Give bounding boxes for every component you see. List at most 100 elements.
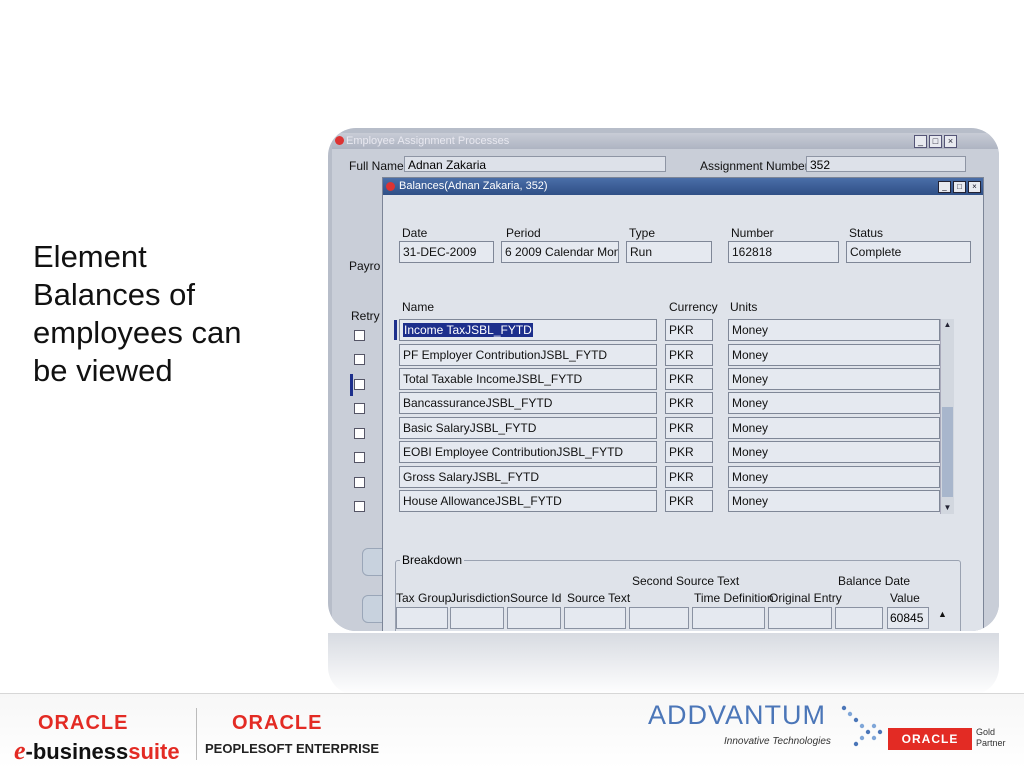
scrollbar-thumb[interactable] — [942, 407, 953, 497]
balance-name-cell[interactable]: Gross SalaryJSBL_FYTD — [399, 466, 657, 488]
type-field[interactable]: Run — [626, 241, 712, 263]
slide-caption: Element Balances of employees can be vie… — [33, 238, 303, 390]
source-id-cell[interactable] — [507, 607, 561, 629]
balance-currency-cell[interactable]: PKR — [665, 368, 713, 390]
units-column-header: Units — [730, 300, 758, 314]
maximize-icon[interactable]: □ — [929, 135, 942, 148]
source-id-header: Source Id — [510, 591, 562, 605]
balance-name-text: Income TaxJSBL_FYTD — [403, 323, 533, 337]
balance-units-cell[interactable]: Money — [728, 319, 940, 341]
balance-name-cell[interactable]: Income TaxJSBL_FYTD — [399, 319, 657, 341]
balance-units-cell[interactable]: Money — [728, 441, 940, 463]
date-field[interactable]: 31-DEC-2009 — [399, 241, 494, 263]
period-field[interactable]: 6 2009 Calendar Month — [501, 241, 619, 263]
ebs-e: e — [14, 736, 26, 765]
addvantum-tagline: Innovative Technologies — [724, 736, 831, 747]
current-record-indicator — [394, 320, 397, 340]
balances-titlebar: Balances(Adnan Zakaria, 352) _ □ × — [383, 178, 983, 195]
balance-currency-cell[interactable]: PKR — [665, 392, 713, 414]
time-definition-header: Time Definition — [694, 591, 774, 605]
value-cell[interactable]: 60845 — [887, 607, 929, 629]
status-label: Status — [849, 226, 884, 240]
balance-units-cell[interactable]: Money — [728, 392, 940, 414]
caption-line-3: employees can — [33, 315, 242, 350]
balance-currency-cell[interactable]: PKR — [665, 490, 713, 512]
balance-currency-cell[interactable]: PKR — [665, 441, 713, 463]
balance-name-cell[interactable]: Total Taxable IncomeJSBL_FYTD — [399, 368, 657, 390]
jurisdiction-header: Jurisdiction — [450, 591, 511, 605]
tax-group-cell[interactable] — [396, 607, 448, 629]
addvantum-dots-icon — [841, 705, 883, 747]
balance-name-cell[interactable]: Basic SalaryJSBL_FYTD — [399, 417, 657, 439]
oracle-partner-badge: ORACLE — [888, 728, 972, 750]
retry-checkbox[interactable] — [354, 452, 365, 463]
assignment-number-label: Assignment Number — [700, 159, 809, 173]
original-entry-cell[interactable] — [768, 607, 832, 629]
maximize-icon[interactable]: □ — [953, 181, 966, 193]
payroll-label: Payro — [349, 259, 381, 273]
retry-checkbox[interactable] — [354, 477, 365, 488]
balances-scrollbar[interactable]: ▲ ▼ — [940, 319, 954, 514]
balance-currency-cell[interactable]: PKR — [665, 344, 713, 366]
jurisdiction-cell[interactable] — [450, 607, 504, 629]
balance-date-cell[interactable] — [835, 607, 883, 629]
current-row-marker — [350, 374, 353, 396]
balance-currency-cell[interactable]: PKR — [665, 417, 713, 439]
balance-units-cell[interactable]: Money — [728, 344, 940, 366]
peoplesoft-enterprise-logo: PEOPLESOFT ENTERPRISE — [205, 741, 380, 756]
oracle-form-icon — [386, 182, 395, 191]
balance-currency-cell[interactable]: PKR — [665, 466, 713, 488]
name-column-header: Name — [402, 300, 435, 314]
balance-date-header: Balance Date — [838, 574, 911, 588]
retry-checkbox[interactable] — [354, 330, 365, 341]
balance-units-cell[interactable]: Money — [728, 368, 940, 390]
status-field[interactable]: Complete — [846, 241, 971, 263]
retry-checkbox[interactable] — [354, 403, 365, 414]
scroll-up-icon[interactable]: ▲ — [938, 609, 947, 619]
balance-name-cell[interactable]: PF Employer ContributionJSBL_FYTD — [399, 344, 657, 366]
oracle-forms-screenshot: Employee Assignment Processes _ □ × Full… — [328, 128, 999, 631]
balance-currency-cell[interactable]: PKR — [665, 319, 713, 341]
breakdown-title: Breakdown — [400, 553, 465, 567]
balance-units-cell[interactable]: Money — [728, 417, 940, 439]
retry-checkbox[interactable] — [354, 501, 365, 512]
balance-name-cell[interactable]: House AllowanceJSBL_FYTD — [399, 490, 657, 512]
close-icon[interactable]: × — [944, 135, 957, 148]
balance-name-cell[interactable]: EOBI Employee ContributionJSBL_FYTD — [399, 441, 657, 463]
minimize-icon[interactable]: _ — [938, 181, 951, 193]
number-field[interactable]: 162818 — [728, 241, 839, 263]
oracle-logo-2: ORACLE — [232, 712, 323, 734]
tax-group-header: Tax Group — [396, 591, 452, 605]
minimize-icon[interactable]: _ — [914, 135, 927, 148]
assignment-processes-title: Employee Assignment Processes — [346, 135, 510, 147]
retry-checkbox[interactable] — [354, 428, 365, 439]
scroll-down-icon[interactable]: ▼ — [941, 502, 954, 514]
time-definition-cell[interactable] — [692, 607, 765, 629]
source-text-cell[interactable] — [564, 607, 626, 629]
balance-name-cell[interactable]: BancassuranceJSBL_FYTD — [399, 392, 657, 414]
period-label: Period — [506, 226, 541, 240]
oracle-form-icon — [335, 136, 344, 145]
caption-line-2: Balances of — [33, 277, 195, 312]
balances-title: Balances(Adnan Zakaria, 352) — [399, 180, 548, 192]
full-name-label: Full Name — [349, 159, 404, 173]
ebs-business: -business — [25, 739, 129, 764]
retry-checkbox[interactable] — [354, 379, 365, 390]
gold-text: Gold — [976, 727, 996, 737]
retry-checkbox[interactable] — [354, 354, 365, 365]
ebusiness-suite-logo: e-businesssuite — [14, 736, 180, 766]
addvantum-logo: ADDVANTUM — [648, 700, 827, 730]
date-label: Date — [402, 226, 428, 240]
scroll-up-icon[interactable]: ▲ — [941, 319, 954, 331]
balance-units-cell[interactable]: Money — [728, 466, 940, 488]
balances-window: Balances(Adnan Zakaria, 352) _ □ × Date … — [382, 177, 984, 631]
second-source-text-cell[interactable] — [629, 607, 689, 629]
second-source-text-header: Second Source Text — [632, 574, 740, 588]
retry-label: Retry — [351, 309, 380, 323]
full-name-field[interactable]: Adnan Zakaria — [404, 156, 666, 172]
footer-divider — [196, 708, 197, 760]
partner-text: Partner — [976, 738, 1006, 748]
close-icon[interactable]: × — [968, 181, 981, 193]
balance-units-cell[interactable]: Money — [728, 490, 940, 512]
assignment-number-field[interactable]: 352 — [806, 156, 966, 172]
